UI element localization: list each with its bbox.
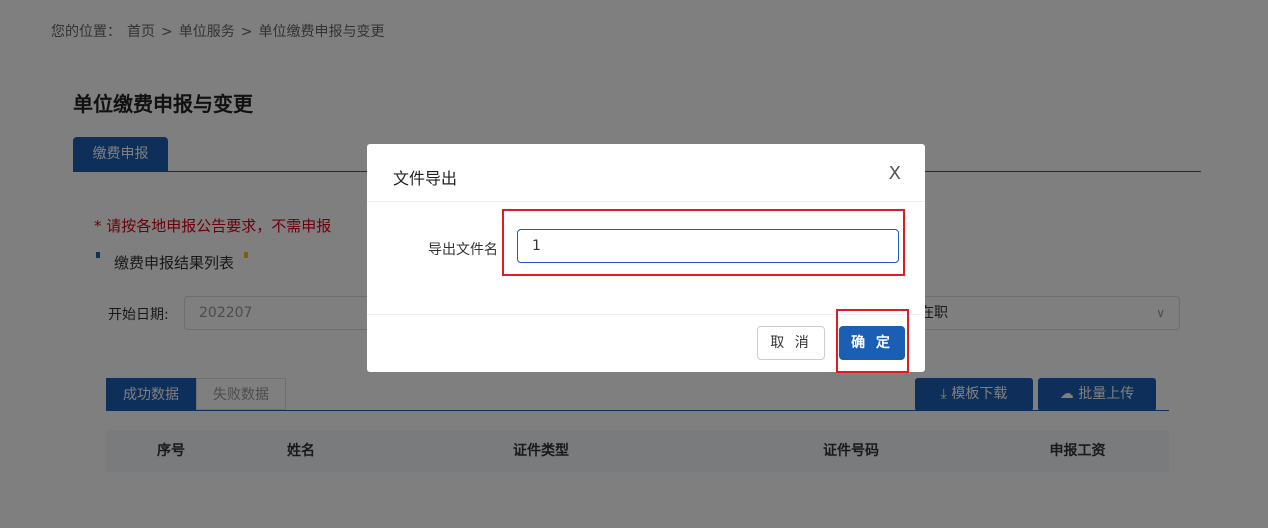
close-icon[interactable]: X <box>889 163 901 184</box>
export-filename-label: 导出文件名 <box>428 242 498 258</box>
highlight-box-filename <box>502 209 905 276</box>
highlight-box-confirm <box>836 309 909 373</box>
dialog-title: 文件导出 <box>393 169 458 188</box>
dialog-header-divider <box>367 201 925 202</box>
cancel-button[interactable]: 取 消 <box>757 326 825 360</box>
